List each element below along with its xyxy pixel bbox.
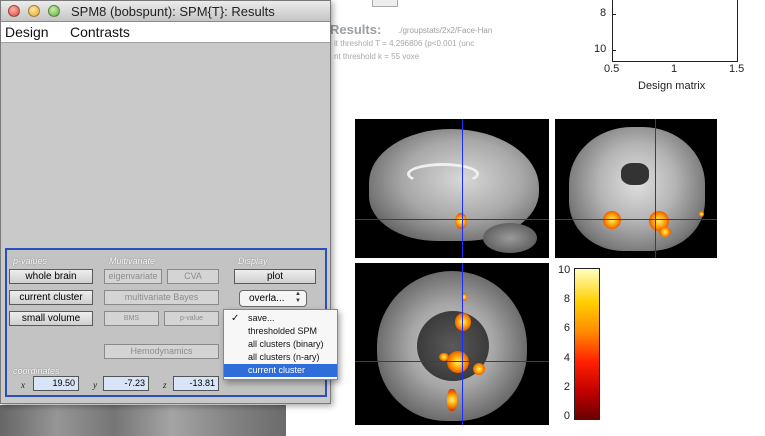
colorbar-tick-label: 4: [563, 352, 570, 364]
dm-ytick-mark: [612, 14, 616, 15]
colorbar-tick-label: 10: [558, 264, 571, 276]
close-window-button[interactable]: [8, 5, 20, 17]
results-heading: Results:: [330, 22, 382, 37]
small-volume-button[interactable]: small volume: [9, 311, 93, 326]
checkmark-icon: ✓: [231, 313, 240, 324]
pvalue-button[interactable]: p-value: [164, 311, 219, 326]
colorbar-tick-label: 2: [563, 381, 570, 393]
crosshair-horizontal: [355, 361, 549, 362]
pvalues-section-label: p-values: [13, 256, 48, 266]
z-coordinate-label: z: [163, 380, 167, 390]
dm-ytick-mark: [612, 50, 616, 51]
activation-blob: [659, 227, 671, 237]
overlays-popup-value: overla...: [249, 293, 285, 304]
hemodynamics-button[interactable]: Hemodynamics: [104, 344, 219, 359]
colorbar: [574, 268, 600, 420]
activation-blob: [455, 313, 471, 331]
dropdown-item-all-clusters-nary[interactable]: all clusters (n-ary): [224, 351, 337, 364]
dropdown-item-save[interactable]: ✓ save...: [224, 312, 337, 325]
popup-arrows-icon: ▲ ▼: [295, 291, 301, 304]
activation-blob: [699, 211, 704, 217]
y-coordinate-field[interactable]: -7.23: [103, 376, 149, 391]
zoom-window-button[interactable]: [48, 5, 60, 17]
brain-slice: [569, 127, 705, 251]
results-threshold-line: it threshold T = 4.296806 {p<0.001 (unc: [334, 39, 475, 48]
dm-ytick-label: 10: [594, 43, 607, 55]
colorbar-tick-label: 6: [563, 322, 570, 334]
window-title: SPM8 (bobspunt): SPM{T}: Results: [71, 4, 275, 19]
ventricles: [621, 163, 649, 185]
multivariate-section-label: Multivariate: [109, 256, 156, 266]
crosshair-horizontal: [355, 219, 549, 220]
crosshair-horizontal: [555, 219, 717, 220]
design-matrix-plot: [612, 0, 738, 62]
activation-blob: [455, 213, 467, 229]
crosshair-vertical: [462, 119, 463, 258]
multivariate-bayes-button[interactable]: multivariate Bayes: [104, 290, 219, 305]
colorbar-tick-label: 8: [563, 293, 570, 305]
colorbar-tick-label: 0: [563, 410, 570, 422]
display-section-label: Display: [238, 256, 268, 266]
minimize-window-button[interactable]: [28, 5, 40, 17]
x-coordinate-field[interactable]: 19.50: [33, 376, 79, 391]
results-extent-line: nt threshold k = 55 voxe: [334, 52, 420, 61]
dropdown-item-label: save...: [248, 313, 275, 323]
dm-xtick-label: 0.5: [604, 63, 620, 75]
activation-blob: [603, 211, 621, 229]
dm-xtick-label: 1.5: [729, 63, 745, 75]
cva-button[interactable]: CVA: [167, 269, 219, 284]
dm-xtick-label: 1: [671, 63, 678, 75]
brain-sagittal-view[interactable]: [355, 119, 549, 258]
current-cluster-button[interactable]: current cluster: [9, 290, 93, 305]
brain-axial-view[interactable]: [355, 263, 549, 425]
activation-blob: [439, 353, 449, 361]
figure-toolbar-fragment: [372, 0, 398, 7]
dropdown-item-all-clusters-binary[interactable]: all clusters (binary): [224, 338, 337, 351]
bms-button[interactable]: BMS: [104, 311, 159, 326]
results-path: ./groupstats/2x2/Face-Han: [398, 26, 493, 35]
overlays-dropdown-list: ✓ save... thresholded SPM all clusters (…: [223, 309, 338, 380]
menu-design[interactable]: Design: [5, 24, 49, 40]
activation-blob: [447, 351, 469, 373]
menubar: Design Contrasts: [1, 22, 330, 43]
x-coordinate-label: x: [21, 380, 25, 390]
crosshair-vertical: [462, 263, 463, 425]
crosshair-vertical: [655, 119, 656, 258]
corpus-callosum: [407, 163, 479, 185]
whole-brain-button[interactable]: whole brain: [9, 269, 93, 284]
eigenvariate-button[interactable]: eigenvariate: [104, 269, 162, 284]
cerebellum: [483, 223, 537, 253]
window-titlebar[interactable]: SPM8 (bobspunt): SPM{T}: Results: [1, 1, 330, 22]
coordinates-section-label: coordinates: [13, 366, 60, 376]
plot-button[interactable]: plot: [234, 269, 316, 284]
dm-ytick-label: 8: [600, 7, 607, 19]
dropdown-item-thresholded-spm[interactable]: thresholded SPM: [224, 325, 337, 338]
dropdown-item-current-cluster[interactable]: current cluster: [224, 364, 337, 377]
activation-blob: [473, 363, 485, 375]
overlays-popup-menu[interactable]: overla... ▲ ▼: [239, 290, 307, 307]
z-coordinate-field[interactable]: -13.81: [173, 376, 219, 391]
brain-coronal-view[interactable]: [555, 119, 717, 258]
desktop-background-strip: [0, 405, 286, 436]
menu-contrasts[interactable]: Contrasts: [70, 24, 130, 40]
y-coordinate-label: y: [93, 380, 97, 390]
activation-blob: [447, 389, 457, 411]
design-matrix-label: Design matrix: [638, 80, 706, 92]
